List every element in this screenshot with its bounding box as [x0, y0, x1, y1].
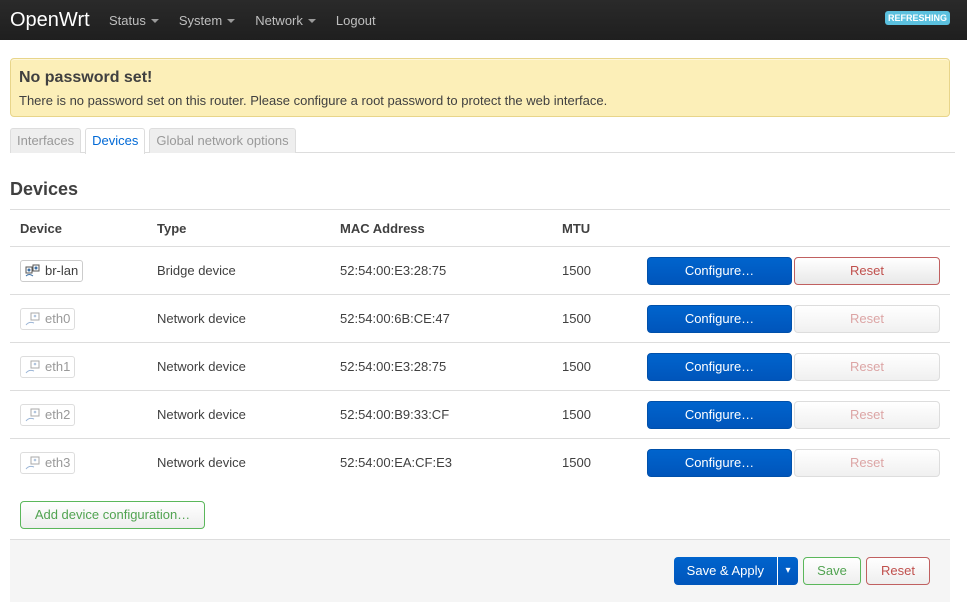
add-device-configuration-button[interactable]: Add device configuration…: [20, 500, 205, 529]
configure-button[interactable]: Configure…: [647, 448, 792, 477]
bridge-icon: [25, 264, 41, 278]
reset-button[interactable]: Reset: [866, 556, 930, 585]
tab-interfaces[interactable]: Interfaces: [10, 128, 82, 153]
mtu-cell: 1500: [552, 294, 632, 343]
menu-network[interactable]: Network: [255, 13, 316, 28]
device-name: br-lan: [45, 263, 79, 278]
actions-cell: Configure… Reset: [632, 439, 950, 487]
actions-cell: Configure… Reset: [632, 390, 950, 439]
actions-cell: Configure… Reset: [632, 294, 950, 343]
menu-system[interactable]: System: [178, 12, 236, 28]
configure-button[interactable]: Configure…: [647, 400, 792, 429]
type-cell: Network device: [147, 342, 330, 391]
mtu-cell: 1500: [552, 246, 632, 295]
menu-status[interactable]: Status: [109, 13, 159, 28]
chevron-down-icon: [227, 19, 236, 23]
password-alert: No password set! There is no password se…: [10, 58, 950, 117]
menu-status-label: Status: [109, 12, 146, 28]
table-row: eth1 Network device 52:54:00:E3:28:75 15…: [10, 342, 950, 391]
tab-bar: Interfaces Devices Global network option…: [10, 128, 955, 154]
device-name: eth1: [45, 359, 71, 374]
column-header-device: Device: [10, 209, 147, 247]
mac-cell: 52:54:00:E3:28:75: [330, 246, 552, 295]
table-header-row: Device Type MAC Address MTU: [10, 209, 950, 247]
device-badge[interactable]: eth1: [20, 355, 76, 378]
menu-system-label: System: [178, 12, 223, 28]
configure-button[interactable]: Configure…: [647, 256, 792, 285]
devices-table: Device Type MAC Address MTU br-lan Bridg…: [10, 209, 950, 487]
column-header-mac: MAC Address: [330, 209, 552, 247]
save-button[interactable]: Save: [803, 556, 861, 585]
actions-cell: Configure… Reset: [632, 246, 950, 295]
mac-cell: 52:54:00:6B:CE:47: [330, 294, 552, 343]
mac-cell: 52:54:00:EA:CF:E3: [340, 455, 453, 471]
menu-logout-label: Logout: [335, 12, 376, 28]
column-header-type: Type: [147, 209, 330, 247]
mac-cell: 52:54:00:E3:28:75: [330, 342, 552, 391]
save-apply-dropdown-icon[interactable]: ▾: [778, 557, 798, 585]
configure-button[interactable]: Configure…: [647, 352, 792, 381]
device-badge[interactable]: eth2: [20, 403, 76, 426]
device-cell: eth1: [10, 342, 147, 391]
section-title: Devices: [10, 179, 79, 199]
device-name: eth2: [45, 407, 71, 422]
tab-devices[interactable]: Devices: [85, 128, 146, 154]
mac-cell: 52:54:00:B9:33:CF: [330, 390, 552, 439]
ethernet-port-icon: [25, 360, 41, 374]
actions-cell: Configure… Reset: [632, 342, 950, 391]
tab-global-network-options[interactable]: Global network options: [149, 128, 296, 153]
alert-title: No password set!: [19, 69, 153, 86]
chevron-down-icon: [307, 19, 316, 23]
device-cell: eth3: [10, 439, 147, 487]
device-cell: br-lan: [10, 246, 147, 295]
reset-device-button[interactable]: Reset: [794, 304, 940, 333]
brand-logo[interactable]: OpenWrt: [0, 9, 109, 32]
device-name: eth3: [45, 455, 71, 471]
configure-button[interactable]: Configure…: [647, 304, 792, 333]
table-row: eth2 Network device 52:54:00:B9:33:CF 15…: [10, 390, 950, 439]
reset-device-button[interactable]: Reset: [794, 256, 940, 285]
reset-device-button[interactable]: Reset: [794, 448, 940, 477]
type-cell: Network device: [147, 294, 330, 343]
table-row: eth0 Network device 52:54:00:6B:CE:47 15…: [10, 294, 950, 343]
device-badge[interactable]: br-lan: [20, 259, 84, 282]
save-apply-button[interactable]: Save & Apply: [674, 556, 778, 585]
device-badge[interactable]: eth0: [20, 307, 76, 330]
ethernet-port-icon: [25, 408, 41, 422]
refreshing-badge[interactable]: REFRESHING: [884, 11, 950, 25]
type-cell: Network device: [147, 390, 330, 439]
menu-logout[interactable]: Logout: [336, 13, 376, 28]
ethernet-port-icon: [25, 312, 41, 326]
type-cell: Network device: [157, 455, 246, 471]
reset-device-button[interactable]: Reset: [794, 400, 940, 429]
reset-device-button[interactable]: Reset: [794, 352, 940, 381]
type-cell: Bridge device: [147, 246, 330, 295]
mtu-cell: 1500: [552, 342, 632, 391]
alert-message: There is no password set on this router.…: [19, 93, 608, 108]
table-row: eth3 Network device 52:54:00:EA:CF:E3 15…: [10, 439, 950, 487]
mtu-cell: 1500: [562, 455, 591, 471]
menu-network-label: Network: [255, 12, 303, 28]
device-name: eth0: [45, 311, 71, 326]
page-actions: Save & Apply ▾ Save Reset: [10, 538, 950, 602]
table-row: br-lan Bridge device 52:54:00:E3:28:75 1…: [10, 246, 950, 295]
device-cell: eth2: [10, 390, 147, 439]
mtu-cell: 1500: [552, 390, 632, 439]
top-navbar: OpenWrt Status System Network Logout REF…: [0, 0, 967, 40]
save-apply-button-group: Save & Apply ▾: [673, 556, 798, 585]
chevron-down-icon: [150, 19, 159, 23]
ethernet-port-icon: [25, 456, 41, 470]
device-badge[interactable]: eth3: [20, 451, 76, 474]
device-cell: eth0: [10, 294, 147, 343]
column-header-mtu: MTU: [552, 209, 632, 247]
column-header-actions: [632, 209, 950, 247]
